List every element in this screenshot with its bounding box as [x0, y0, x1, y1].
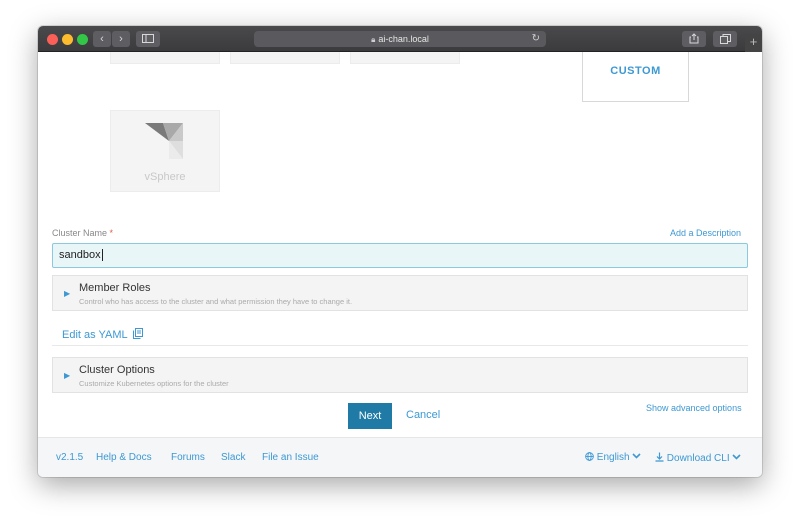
chevron-down-icon — [632, 453, 641, 459]
chevron-right-icon: › — [119, 33, 123, 45]
address-bar-url: ai-chan.local — [378, 34, 429, 44]
text-cursor — [101, 249, 103, 262]
vsphere-driver-tile[interactable]: vSphere — [110, 110, 220, 192]
vsphere-driver-label: vSphere — [144, 171, 186, 183]
cluster-options-description: Customize Kubernetes options for the clu… — [79, 379, 229, 388]
driver-tile[interactable] — [350, 52, 460, 64]
tabs-overview-button[interactable] — [713, 31, 737, 47]
required-mark: * — [109, 228, 114, 238]
edit-as-yaml-link[interactable]: Edit as YAML — [62, 328, 144, 341]
next-button[interactable]: Next — [348, 403, 392, 429]
globe-icon — [585, 452, 594, 461]
download-icon — [655, 452, 664, 462]
reload-icon[interactable]: ↻ — [532, 31, 540, 47]
member-roles-description: Control who has access to the cluster an… — [79, 297, 353, 306]
member-roles-title: Member Roles — [79, 282, 151, 294]
file-icon — [133, 328, 144, 339]
add-description-link[interactable]: Add a Description — [670, 228, 741, 238]
chevron-down-icon — [732, 454, 741, 460]
slack-link[interactable]: Slack — [221, 452, 245, 463]
back-button[interactable]: ‹ — [93, 31, 111, 47]
show-advanced-options-link[interactable]: Show advanced options — [646, 403, 742, 413]
new-tab-button[interactable]: + — [745, 34, 762, 52]
cluster-options-title: Cluster Options — [79, 364, 155, 376]
edit-as-yaml-label: Edit as YAML — [62, 329, 128, 341]
cluster-name-value: sandbox — [59, 249, 101, 261]
member-roles-accordion[interactable]: ▶ Member Roles Control who has access to… — [52, 275, 748, 311]
page-footer: v2.1.5 Help & Docs Forums Slack File an … — [38, 437, 762, 477]
download-cli-menu[interactable]: Download CLI — [655, 452, 741, 464]
custom-driver-tile[interactable]: CUSTOM — [582, 52, 689, 102]
forums-link[interactable]: Forums — [171, 452, 205, 463]
language-label: English — [596, 452, 630, 463]
download-cli-label: Download CLI — [666, 453, 730, 464]
browser-titlebar: ‹ › 🔒︎ ai-chan.local ↻ + — [38, 26, 762, 52]
version-link[interactable]: v2.1.5 — [56, 452, 83, 463]
custom-driver-label: CUSTOM — [610, 65, 661, 77]
share-icon — [689, 33, 699, 44]
address-bar[interactable]: 🔒︎ ai-chan.local ↻ — [254, 31, 546, 47]
cluster-name-label: Cluster Name * — [52, 228, 113, 238]
browser-window: ‹ › 🔒︎ ai-chan.local ↻ + CUSTOM vSphere … — [38, 26, 762, 477]
vsphere-logo-icon — [145, 123, 183, 159]
help-docs-link[interactable]: Help & Docs — [96, 452, 152, 463]
cluster-options-accordion[interactable]: ▶ Cluster Options Customize Kubernetes o… — [52, 357, 748, 393]
close-window-button[interactable] — [47, 34, 58, 45]
minimize-window-button[interactable] — [62, 34, 73, 45]
tabs-icon — [719, 34, 731, 44]
sidebar-icon — [142, 34, 154, 43]
cluster-name-label-text: Cluster Name — [52, 228, 108, 238]
cluster-name-input[interactable]: sandbox — [52, 243, 748, 268]
forward-button[interactable]: › — [112, 31, 130, 47]
sidebar-toggle-button[interactable] — [136, 31, 160, 47]
expand-triangle-icon: ▶ — [64, 371, 71, 380]
chevron-left-icon: ‹ — [100, 33, 104, 45]
share-button[interactable] — [682, 31, 706, 47]
expand-triangle-icon: ▶ — [64, 289, 71, 298]
driver-tile[interactable] — [110, 52, 220, 64]
divider — [52, 345, 748, 346]
driver-tile[interactable] — [230, 52, 340, 64]
cancel-button[interactable]: Cancel — [406, 409, 440, 421]
lock-icon: 🔒︎ — [371, 35, 376, 44]
page-content: CUSTOM vSphere Cluster Name * Add a Desc… — [38, 52, 762, 437]
file-issue-link[interactable]: File an Issue — [262, 452, 319, 463]
language-selector[interactable]: English — [585, 452, 641, 463]
zoom-window-button[interactable] — [77, 34, 88, 45]
